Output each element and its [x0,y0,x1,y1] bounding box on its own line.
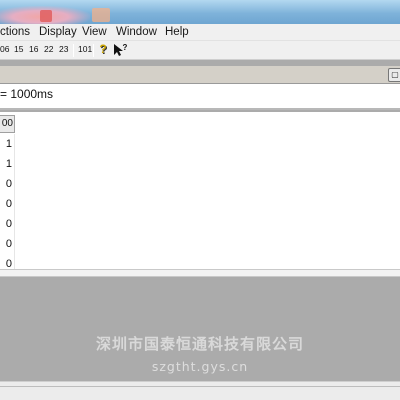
menu-display[interactable]: Display [39,26,77,38]
table-cell: 0 [0,214,15,234]
status-bar [0,381,400,400]
menu-help[interactable]: Help [165,26,189,38]
table-cell: 0 [0,234,15,254]
menu-bar: ctions Display View Window Help [0,24,400,41]
watermark-url: szgtht.gys.cn [151,359,249,374]
table-cell: 0 [0,254,15,269]
interval-status-area: = 1000ms [0,84,400,110]
watermark-company: 深圳市国泰恒通科技有限公司 [95,335,304,353]
toolbar-button-06[interactable]: 06 [0,44,9,54]
window-control-button[interactable]: ▢ [388,68,400,82]
svg-text:?: ? [123,43,128,52]
table-cell: 1 [0,134,15,154]
menu-functions[interactable]: ctions [0,26,30,38]
app-icon [40,10,52,22]
whats-this-icon[interactable]: ? [112,42,128,58]
table-cell: 1 [0,154,15,174]
help-question-icon[interactable]: ? [96,42,110,58]
child-window-header: ▢ [0,66,400,84]
window-title-bar [0,0,400,24]
toolbar-separator [93,44,94,57]
status-bar-panel [0,386,400,398]
toolbar-button-22[interactable]: 22 [44,44,53,54]
toolbar-button-15[interactable]: 15 [14,44,23,54]
table-cell: 0 [0,174,15,194]
title-bar-badge [92,8,110,22]
toolbar-button-23[interactable]: 23 [59,44,68,54]
menu-window[interactable]: Window [116,26,157,38]
toolbar-separator [73,44,74,57]
table-cell: 0 [0,194,15,214]
data-table: 00 1 1 0 0 0 0 0 [0,112,400,269]
interval-label: = 1000ms [0,87,54,101]
toolbar-button-101[interactable]: 101 [78,44,92,54]
menu-view[interactable]: View [82,26,107,38]
horizontal-scrollbar[interactable] [0,269,400,277]
toolbar-button-16[interactable]: 16 [29,44,38,54]
column-header[interactable]: 00 [0,115,15,133]
toolbar: 06 15 16 22 23 101 ? ? [0,41,400,60]
